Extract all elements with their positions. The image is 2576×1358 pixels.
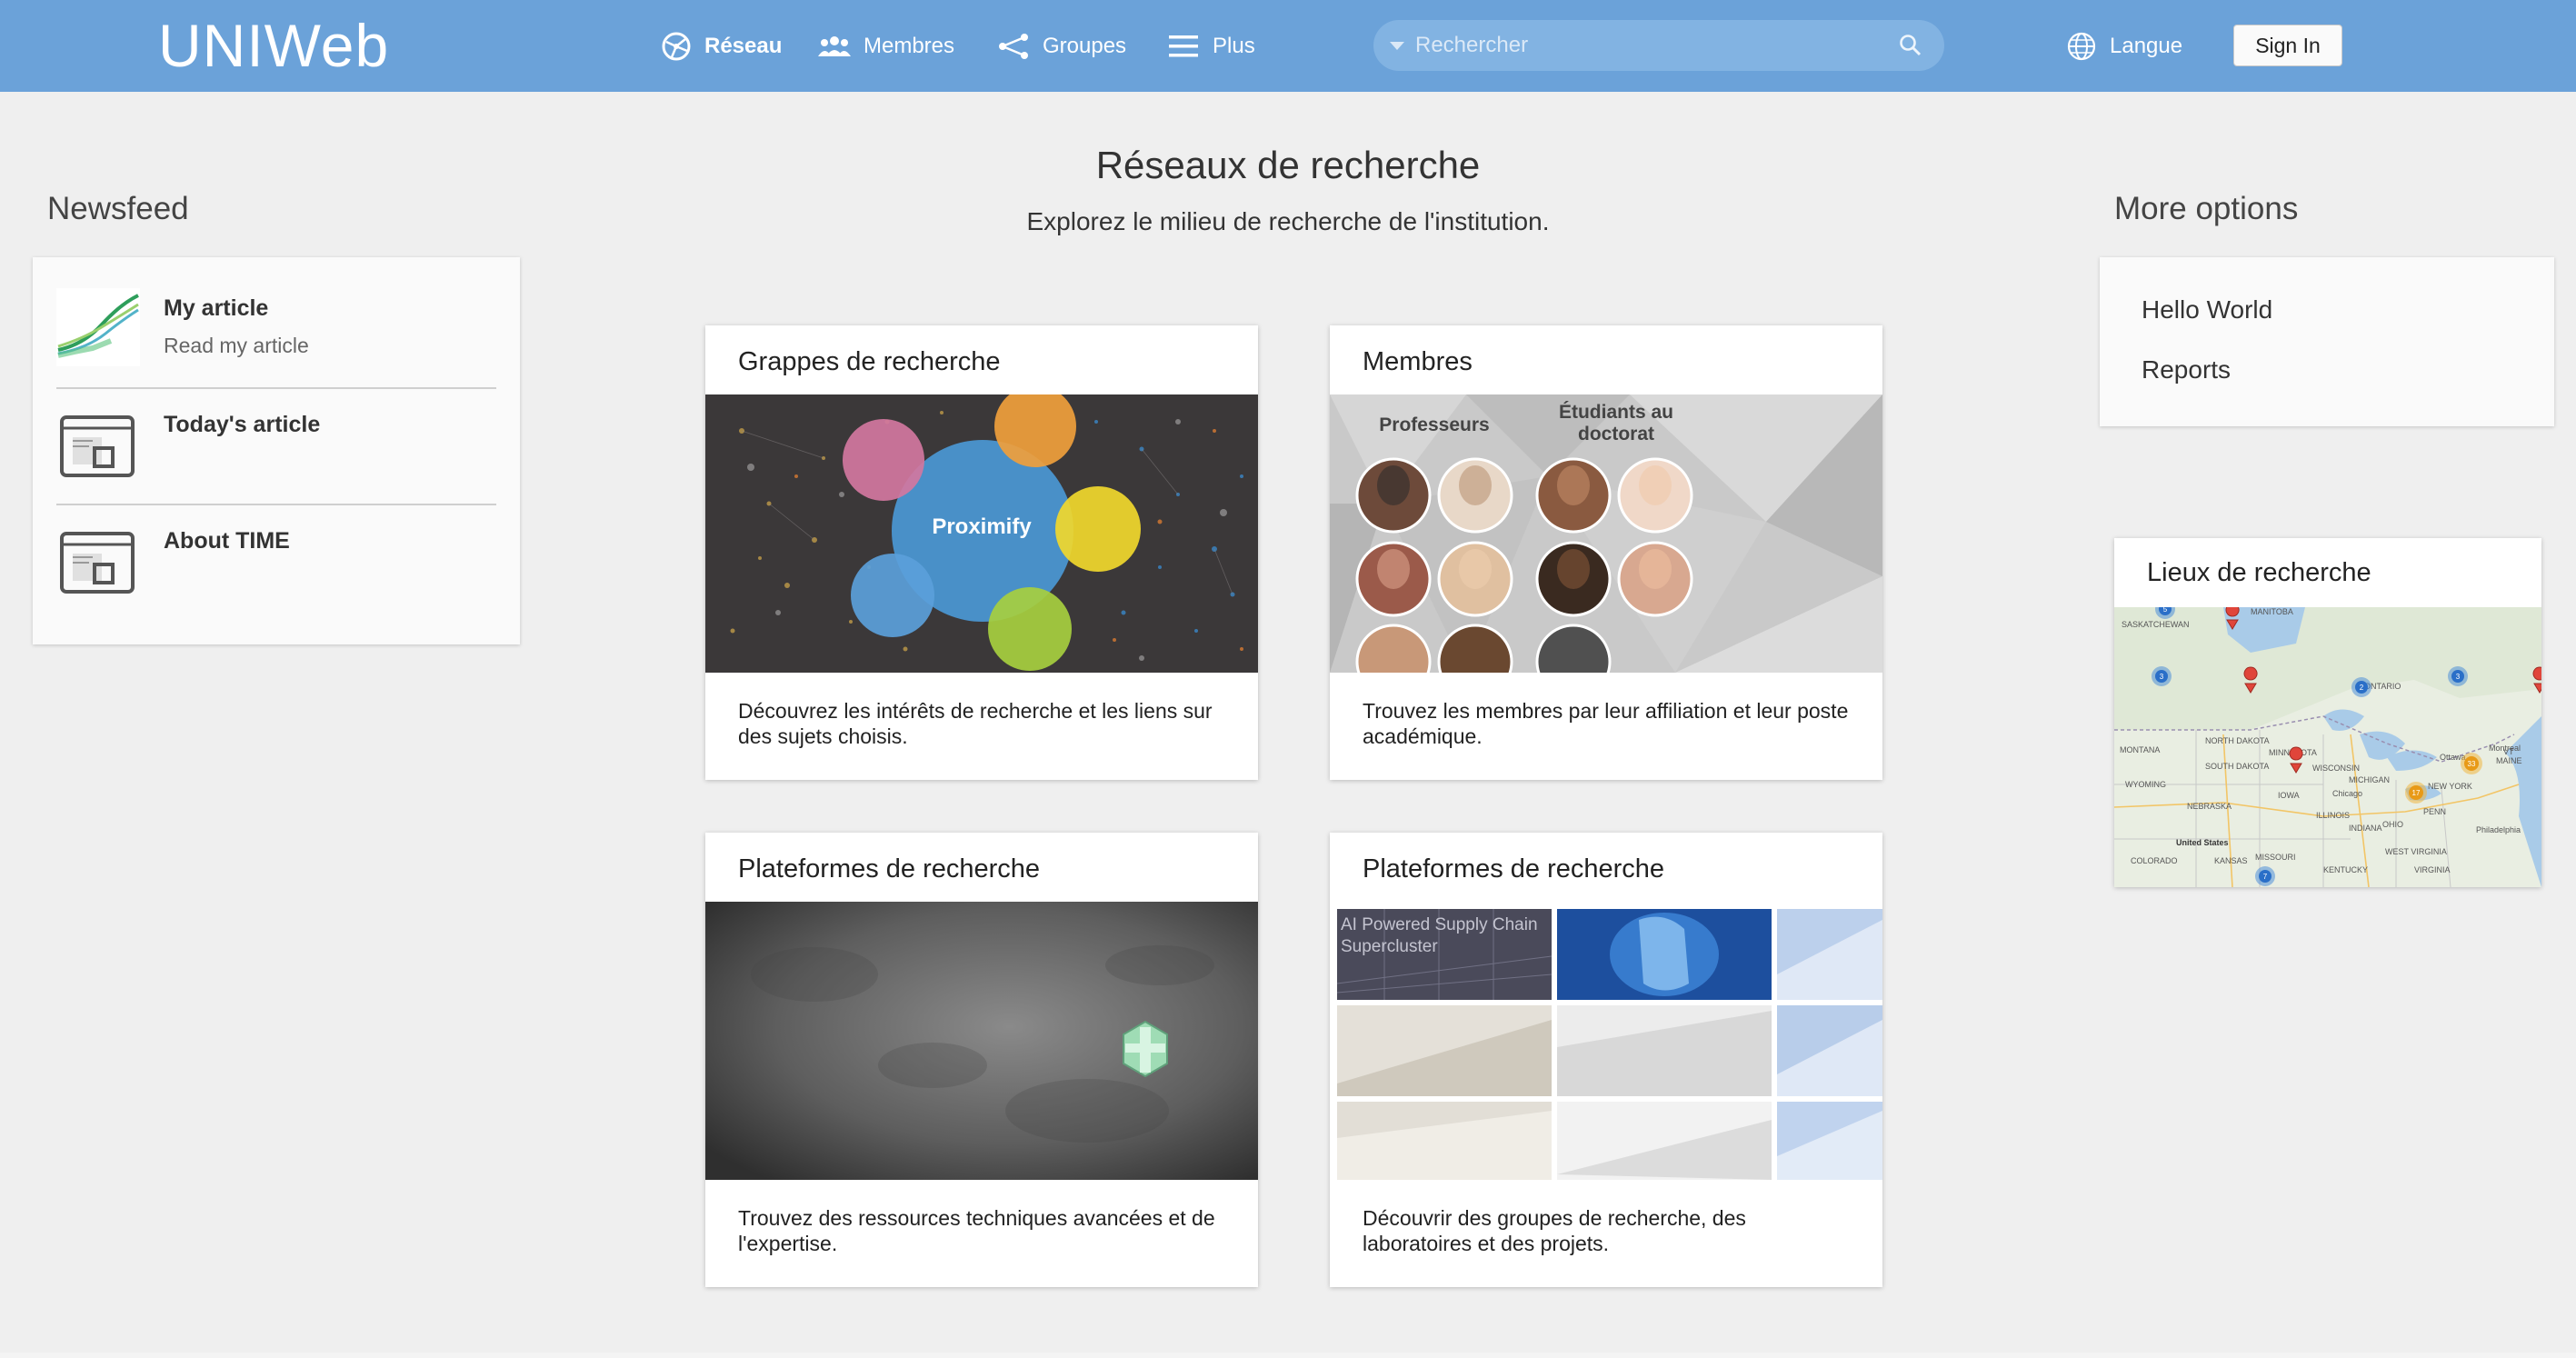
card-title[interactable]: Plateformes de recherche: [738, 854, 1040, 884]
supply-chain-label: AI Powered Supply Chain Supercluster: [1341, 915, 1538, 956]
language-selector[interactable]: Langue: [2066, 27, 2182, 65]
chart-thumbnail: [56, 288, 140, 366]
hamburger-icon: [1169, 35, 1198, 57]
cluster-count[interactable]: 2: [2360, 684, 2364, 692]
card-plateformes-1[interactable]: Plateformes de recherche Trouvez des res…: [705, 833, 1258, 1287]
map-label: Philadelphia: [2476, 825, 2521, 834]
map-label: Chicago: [2332, 789, 2362, 798]
search-icon[interactable]: [1899, 34, 1922, 57]
newsfeed-item-subtitle: Read my article: [164, 334, 309, 357]
card-title[interactable]: Membres: [1363, 347, 1473, 377]
nav-membres[interactable]: Membres: [818, 27, 954, 65]
newspaper-icon: [60, 415, 135, 477]
nav-membres-label: Membres: [864, 34, 955, 58]
map-label: Montreal: [2489, 744, 2521, 753]
map-label: IOWA: [2278, 791, 2300, 800]
card-image-proximify[interactable]: Proximify: [705, 394, 1258, 673]
newsfeed-item-title[interactable]: Today's article: [164, 412, 320, 438]
nav-reseau-label: Réseau: [704, 34, 783, 58]
research-locations-map[interactable]: SASKATCHEWAN MANITOBA ONTARIO NORTH DAKO…: [2114, 607, 2541, 887]
newspaper-icon: [60, 532, 135, 594]
map-label: MAINE: [2496, 756, 2522, 765]
share-nodes-icon: [999, 34, 1028, 59]
cluster-count[interactable]: 33: [2468, 760, 2476, 768]
card-description: Trouvez des ressources techniques avancé…: [738, 1206, 1215, 1255]
map-label: WISCONSIN: [2312, 764, 2360, 773]
map-label: INDIANA: [2349, 824, 2382, 833]
map-label: NORTH DAKOTA: [2205, 736, 2270, 745]
map-label: KANSAS: [2214, 856, 2248, 865]
nav-plus-label: Plus: [1213, 34, 1255, 58]
top-navbar: UNIWeb Réseau Membres Groupes Plus Reche…: [0, 0, 2576, 92]
map-label: MICHIGAN: [2349, 775, 2390, 784]
card-image-groups[interactable]: AI Powered Supply Chain Supercluster: [1330, 902, 1882, 1180]
card-description: Découvrez les intérêts de recherche et l…: [738, 699, 1213, 748]
proximify-label: Proximify: [932, 514, 1032, 539]
map-card[interactable]: Lieux de recherche SASKATCHEWAN MANITOBA…: [2114, 538, 2541, 887]
newsfeed-item-title[interactable]: About TIME: [164, 528, 290, 554]
map-label: MISSOURI: [2255, 853, 2296, 862]
card-membres[interactable]: Membres Professeurs Étudiants au doctora…: [1330, 325, 1882, 780]
newsfeed-item[interactable]: About TIME: [56, 490, 496, 606]
map-label: WEST VIRGINIA: [2385, 847, 2447, 856]
card-description: Trouvez les membres par leur affiliation…: [1363, 699, 1849, 748]
nav-reseau[interactable]: Réseau: [661, 27, 782, 65]
map-label: ILLINOIS: [2316, 811, 2350, 820]
card-image-platform[interactable]: [705, 902, 1258, 1180]
newsfeed-panel: My article Read my article Today's artic…: [33, 257, 520, 644]
cluster-count[interactable]: 5: [2163, 607, 2168, 614]
globe-network-icon: [662, 32, 691, 61]
map-label: PENN: [2423, 807, 2446, 816]
newsfeed-item[interactable]: My article Read my article: [56, 257, 496, 374]
link-reports[interactable]: Reports: [2142, 355, 2231, 384]
nav-groupes-label: Groupes: [1043, 34, 1127, 58]
language-label: Langue: [2110, 34, 2183, 58]
cluster-count[interactable]: 3: [2160, 673, 2164, 681]
cluster-count[interactable]: 17: [2412, 789, 2421, 797]
map-label: United States: [2176, 838, 2229, 847]
map-label: NEBRASKA: [2187, 802, 2232, 811]
card-title[interactable]: Grappes de recherche: [738, 347, 1001, 377]
page-title: Réseaux de recherche: [1095, 144, 1481, 186]
footer-edge: [0, 1353, 2576, 1358]
card-image-members[interactable]: Professeurs Étudiants au doctorat: [1330, 394, 1882, 673]
search-input[interactable]: Rechercher: [1415, 33, 1899, 58]
link-hello-world[interactable]: Hello World: [2142, 295, 2272, 325]
map-label: NEW YORK: [2428, 782, 2472, 791]
newsfeed-item[interactable]: Today's article: [56, 374, 496, 490]
professeurs-label: Professeurs: [1379, 414, 1490, 435]
nav-plus[interactable]: Plus: [1167, 27, 1255, 65]
cluster-count[interactable]: 3: [2456, 673, 2461, 681]
etudiants-label: Étudiants au doctorat: [1558, 402, 1673, 444]
map-label: VIRGINIA: [2414, 865, 2451, 874]
nav-groupes[interactable]: Groupes: [997, 27, 1126, 65]
card-grappes[interactable]: Grappes de recherche Proximify Découvrez…: [705, 325, 1258, 780]
search-scope-dropdown-icon[interactable]: [1390, 41, 1404, 50]
uniweb-logo[interactable]: UNIWeb: [158, 11, 389, 80]
more-options-panel: Hello World Reports: [2100, 257, 2554, 426]
map-label: MONTANA: [2120, 745, 2160, 754]
card-plateformes-2[interactable]: Plateformes de recherche AI Powered Supp…: [1330, 833, 1882, 1287]
card-description: Découvrir des groupes de recherche, des …: [1363, 1206, 1746, 1255]
cluster-count[interactable]: 7: [2263, 873, 2268, 881]
sign-in-button[interactable]: Sign In: [2233, 25, 2342, 66]
map-label: WYOMING: [2125, 780, 2166, 789]
map-label: OHIO: [2382, 820, 2403, 829]
map-label: MANITOBA: [2251, 607, 2293, 616]
people-icon: [818, 36, 851, 56]
more-options-title: More options: [2114, 191, 2299, 226]
card-title[interactable]: Plateformes de recherche: [1363, 854, 1664, 884]
map-label: COLORADO: [2131, 856, 2178, 865]
map-label: SASKATCHEWAN: [2122, 620, 2190, 629]
search-bar[interactable]: Rechercher: [1373, 20, 1944, 71]
map-label: KENTUCKY: [2323, 865, 2368, 874]
newsfeed-item-title[interactable]: My article: [164, 295, 268, 322]
map-title[interactable]: Lieux de recherche: [2147, 558, 2371, 588]
globe-icon: [2067, 32, 2096, 61]
map-label: SOUTH DAKOTA: [2205, 762, 2269, 771]
